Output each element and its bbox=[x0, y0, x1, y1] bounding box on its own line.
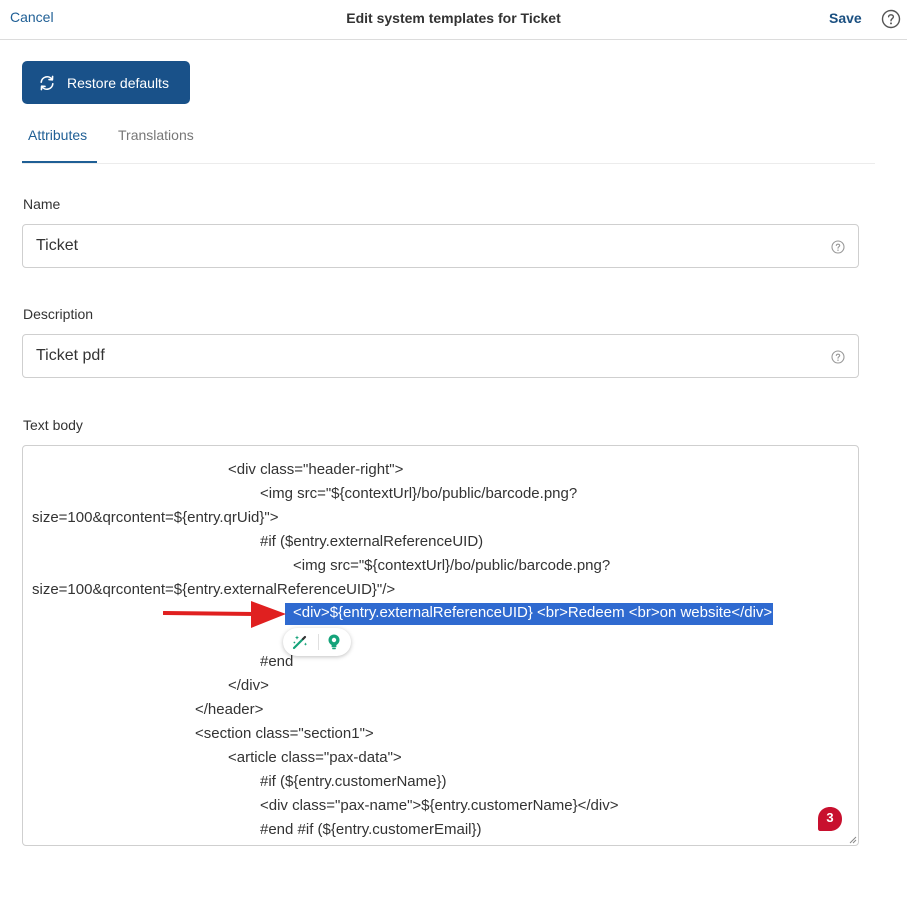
code-line: <div class="pax-name">${entry.customerNa… bbox=[260, 797, 619, 814]
code-line: <img src="${contextUrl}/bo/public/barcod… bbox=[293, 557, 611, 574]
tab-translations[interactable]: Translations bbox=[118, 127, 194, 143]
name-field[interactable]: Ticket bbox=[22, 224, 859, 268]
restore-defaults-label: Restore defaults bbox=[67, 74, 169, 91]
code-line: size=100&qrcontent=${entry.externalRefer… bbox=[32, 581, 396, 598]
code-line: size=100&qrcontent=${entry.qrUid}"> bbox=[32, 509, 279, 526]
code-line: #if (${entry.customerName}) bbox=[260, 773, 447, 790]
tab-attributes[interactable]: Attributes bbox=[28, 127, 87, 143]
code-line: <article class="pax-data"> bbox=[228, 749, 402, 766]
edit-template-page: Cancel Edit system templates for Ticket … bbox=[0, 0, 907, 901]
save-button[interactable]: Save bbox=[829, 10, 862, 26]
refresh-icon bbox=[40, 75, 54, 90]
selected-code-line: <div>${entry.externalReferenceUID} <br>R… bbox=[285, 603, 774, 625]
red-arrow-icon bbox=[163, 601, 286, 628]
code-line: #end bbox=[260, 653, 294, 670]
selection-toolbar bbox=[283, 628, 351, 656]
question-circle-icon[interactable] bbox=[881, 9, 901, 29]
lightbulb-icon[interactable] bbox=[325, 633, 343, 651]
code-line: </div> bbox=[228, 677, 269, 694]
top-bar: Cancel Edit system templates for Ticket … bbox=[0, 0, 907, 40]
badge-count: 3 bbox=[826, 810, 834, 825]
restore-defaults-button[interactable]: Restore defaults bbox=[22, 61, 190, 104]
code-line: #if ($entry.externalReferenceUID) bbox=[260, 533, 484, 550]
magic-wand-icon[interactable] bbox=[291, 633, 309, 651]
code-line: <section class="section1"> bbox=[195, 725, 374, 742]
code-line: <div class="header-right"> bbox=[228, 461, 404, 478]
text-body-label: Text body bbox=[23, 417, 83, 433]
description-label: Description bbox=[23, 306, 94, 322]
name-value: Ticket bbox=[36, 237, 79, 254]
code-line: <img src="${contextUrl}/bo/public/barcod… bbox=[260, 485, 578, 502]
name-label: Name bbox=[23, 196, 61, 212]
tab-bar: Attributes Translations bbox=[22, 118, 875, 164]
code-line: </header> bbox=[195, 701, 264, 718]
toolbar-divider bbox=[318, 634, 319, 650]
resize-handle-icon[interactable] bbox=[847, 834, 857, 844]
question-circle-icon[interactable] bbox=[831, 350, 845, 364]
page-title: Edit system templates for Ticket bbox=[346, 10, 561, 26]
question-circle-icon[interactable] bbox=[831, 240, 845, 254]
notification-badge[interactable]: 3 bbox=[817, 806, 843, 832]
description-field[interactable]: Ticket pdf bbox=[22, 334, 859, 378]
description-value: Ticket pdf bbox=[36, 347, 105, 364]
text-body-editor[interactable]: <div class="header-right"> <img src="${c… bbox=[22, 445, 859, 846]
active-tab-indicator bbox=[22, 161, 97, 163]
code-line: #end #if (${entry.customerEmail}) bbox=[260, 821, 482, 838]
